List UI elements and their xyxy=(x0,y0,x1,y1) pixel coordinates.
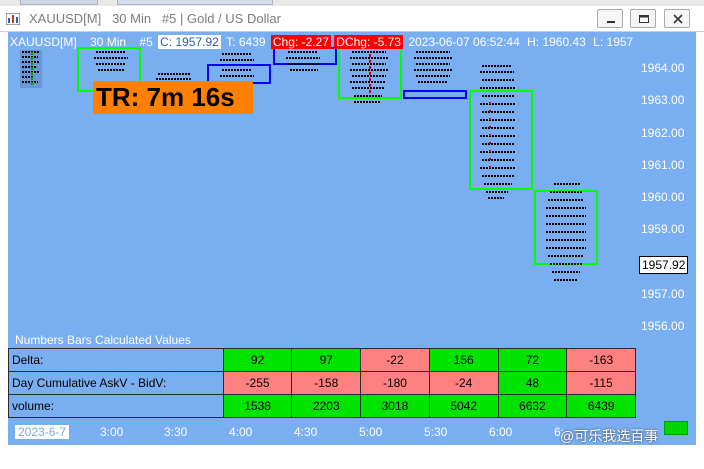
close-price: C: 1957.92 xyxy=(158,35,221,49)
row-label: Delta: xyxy=(8,348,224,372)
low-price: L: 1957 xyxy=(593,35,634,49)
value-cell: 3018 xyxy=(360,394,430,418)
time-label: 5:30 xyxy=(424,425,448,439)
price-label: 1961.00 xyxy=(641,158,685,172)
tab[interactable] xyxy=(20,0,98,5)
value-cell: 6632 xyxy=(497,394,568,418)
close-button[interactable] xyxy=(664,9,690,28)
value-cell: 48 xyxy=(497,371,568,395)
value-cell: 5042 xyxy=(428,394,499,418)
window-title: XAUUSD[M] 30 Min #5 | Gold / US Dollar xyxy=(29,11,281,26)
value-cell: -158 xyxy=(291,371,362,395)
status-indicator xyxy=(664,421,688,435)
value-cell: 97 xyxy=(291,348,362,372)
value-cell: -24 xyxy=(428,371,499,395)
price-label: 1962.00 xyxy=(641,126,685,140)
time-axis[interactable]: 2023-6-7 3:00 3:30 4:00 4:30 5:00 5:30 6… xyxy=(8,425,636,445)
change: Chg: -2.27 xyxy=(270,35,331,49)
time-label: 4:00 xyxy=(229,425,253,439)
footprint-bar-9 xyxy=(534,183,598,281)
chart-info-bar: XAUUSD[M] 30 Min #5 C: 1957.92 T: 6439 C… xyxy=(8,35,635,49)
number-bars xyxy=(20,47,598,281)
price-label: 1960.00 xyxy=(641,190,685,204)
table-row: volume: 1538 2203 3018 5042 6632 6439 xyxy=(8,394,636,418)
values-table: Delta: 92 97 -22 156 72 -163 Day Cumulative Ask… xyxy=(8,348,636,418)
timeframe: 30 Min xyxy=(90,35,127,49)
datetime: 2023-06-07 06:52:44 xyxy=(408,35,520,49)
row-label: Day Cumulative AskV - BidV: xyxy=(8,371,224,395)
value-cell: -180 xyxy=(360,371,430,395)
time-label: 5:00 xyxy=(359,425,383,439)
value-cell: -163 xyxy=(566,348,636,372)
trading-app: XAUUSD[M] 30 Min #5 | Gold / US Dollar X… xyxy=(0,0,704,469)
chart-window-icon xyxy=(6,13,20,25)
footprint-bar-1 xyxy=(20,50,42,88)
price-label: 1957.00 xyxy=(641,287,685,301)
symbol: XAUUSD[M] xyxy=(10,35,77,49)
price-label: 1964.00 xyxy=(641,61,685,75)
price-label: 1963.00 xyxy=(641,93,685,107)
bar-count: #5 xyxy=(139,35,153,49)
current-price-label: 1957.92 xyxy=(639,256,689,274)
watermark: @可乐我选百事 xyxy=(560,428,659,444)
price-axis[interactable]: 1964.00 1963.00 1962.00 1961.00 1960.00 … xyxy=(636,32,696,333)
maximize-icon xyxy=(639,15,649,23)
time-label: 4:30 xyxy=(294,425,318,439)
maximize-button[interactable] xyxy=(630,9,656,28)
value-cell: 1538 xyxy=(222,394,293,418)
value-cell: -255 xyxy=(222,371,293,395)
tab-active[interactable] xyxy=(117,0,273,5)
price-label: 1959.00 xyxy=(641,222,685,236)
value-cell: 2203 xyxy=(291,394,362,418)
footprint-bar-8 xyxy=(469,65,533,199)
minimize-icon xyxy=(607,21,615,23)
table-row: Delta: 92 97 -22 156 72 -163 xyxy=(8,348,636,372)
time-remaining-badge: TR: 7m 16s xyxy=(93,81,253,114)
time-label: 6:00 xyxy=(489,425,513,439)
high-price: H: 1960.43 xyxy=(527,35,586,49)
table-row: Day Cumulative AskV - BidV: -255 -158 -180-… xyxy=(8,371,636,395)
time-label: 3:30 xyxy=(164,425,188,439)
value-cell: -115 xyxy=(566,371,636,395)
value-cell: 72 xyxy=(497,348,568,372)
price-plot[interactable] xyxy=(8,32,636,332)
tick-count: T: 6439 xyxy=(226,35,266,49)
price-label: 1956.00 xyxy=(641,319,685,333)
daily-change: DChg: -5.73 xyxy=(334,35,403,49)
value-cell: 6439 xyxy=(566,394,636,418)
time-label: 3:00 xyxy=(100,425,124,439)
value-cell: 156 xyxy=(428,348,499,372)
footprint-bar-7 xyxy=(403,51,467,99)
panel-title: Numbers Bars Calculated Values xyxy=(15,333,191,347)
time-label: 2023-6-7 xyxy=(15,425,70,439)
window-titlebar: XAUUSD[M] 30 Min #5 | Gold / US Dollar xyxy=(0,6,704,32)
chart-area[interactable]: XAUUSD[M] 30 Min #5 C: 1957.92 T: 6439 C… xyxy=(8,32,696,445)
minimize-button[interactable] xyxy=(597,9,623,28)
footprint-bar-6 xyxy=(338,47,402,103)
bottom-strip xyxy=(0,445,704,469)
row-label: volume: xyxy=(8,394,224,418)
footprint-bar-5 xyxy=(273,47,337,71)
close-icon xyxy=(673,14,683,24)
value-cell: 92 xyxy=(222,348,293,372)
value-cell: -22 xyxy=(360,348,430,372)
